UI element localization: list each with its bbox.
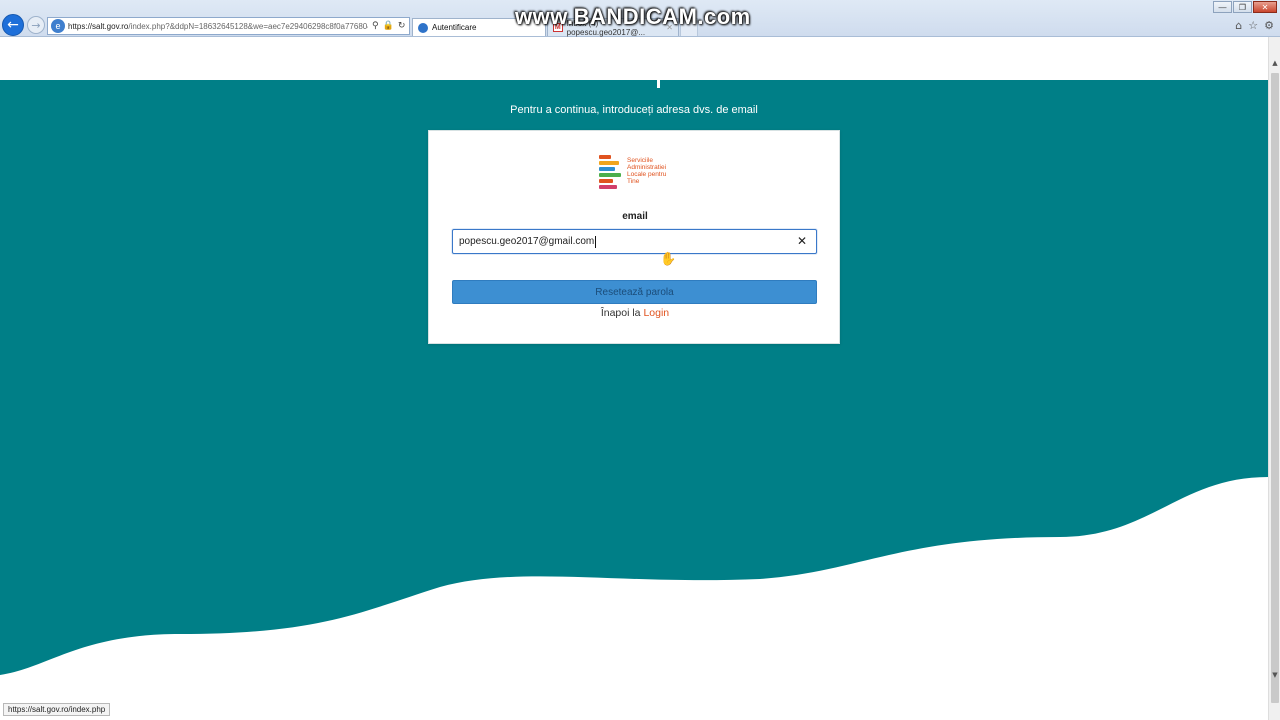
vertical-scrollbar[interactable]: ▲ ▼	[1268, 37, 1280, 720]
logo-line: Serviciile	[627, 157, 654, 164]
back-prefix: Înapoi la	[600, 307, 641, 319]
home-icon[interactable]: ⌂	[1235, 19, 1242, 32]
ie-icon	[418, 22, 428, 33]
page-viewport: Pentru a continua, introduceți adresa dv…	[0, 37, 1268, 720]
url-base: https://salt.gov.ro	[68, 21, 129, 31]
browser-chrome: ← → e https://salt.gov.ro/index.php?&ddp…	[0, 0, 1280, 37]
lock-icon[interactable]: 🔒	[383, 21, 394, 31]
back-icon[interactable]: ←	[2, 14, 24, 36]
tab-label: Autentificare	[432, 23, 477, 32]
logo-mark-icon	[599, 153, 623, 191]
address-url[interactable]: https://salt.gov.ro/index.php?&ddpN=1863…	[68, 22, 368, 31]
logo-text: Serviciile Administratiei Locale pentru …	[627, 157, 666, 193]
login-link[interactable]: Login	[643, 307, 669, 319]
address-bar[interactable]: e https://salt.gov.ro/index.php?&ddpN=18…	[47, 17, 410, 35]
toolbar-icons: ⌂ ☆ ⚙	[1235, 19, 1274, 32]
bandicam-watermark: www.BANDICAM.com	[515, 4, 751, 29]
email-label: email	[622, 211, 648, 222]
scroll-thumb[interactable]	[1271, 73, 1279, 703]
text-caret	[595, 235, 597, 248]
email-value: popescu.geo2017@gmail.com	[459, 236, 595, 247]
site-icon: e	[51, 19, 65, 33]
url-rest: /index.php?&ddpN=18632645128&we=aec7e294…	[128, 21, 368, 31]
refresh-icon[interactable]: ↻	[398, 21, 406, 31]
window-controls: — ❐ ✕	[1213, 1, 1277, 13]
logo-line: Administratiei	[627, 164, 667, 171]
back-to-login: Înapoi la Login	[429, 307, 841, 319]
reset-password-button[interactable]: Resetează parola	[452, 280, 817, 304]
minimize-button[interactable]: —	[1213, 1, 1232, 13]
forward-icon[interactable]: →	[27, 16, 45, 34]
salt-logo: Serviciile Administratiei Locale pentru …	[599, 153, 679, 193]
scroll-up-icon[interactable]: ▲	[1269, 57, 1280, 69]
close-window-button[interactable]: ✕	[1253, 1, 1277, 13]
favorites-star-icon[interactable]: ☆	[1248, 19, 1258, 32]
scroll-down-icon[interactable]: ▼	[1269, 669, 1280, 681]
search-icon[interactable]: ⚲	[372, 21, 379, 31]
restore-button[interactable]: ❐	[1233, 1, 1252, 13]
gear-icon[interactable]: ⚙	[1264, 19, 1274, 32]
title-fragment	[657, 80, 660, 88]
email-field[interactable]: popescu.geo2017@gmail.com ✕	[452, 229, 817, 254]
page-subtitle: Pentru a continua, introduceți adresa dv…	[510, 104, 758, 116]
logo-line: Tine	[627, 178, 640, 185]
hand-cursor-icon: ✋	[660, 252, 677, 267]
clear-icon[interactable]: ✕	[797, 234, 807, 248]
reset-card: Serviciile Administratiei Locale pentru …	[428, 130, 840, 344]
logo-line: Locale pentru	[627, 171, 667, 178]
status-bar-url: https://salt.gov.ro/index.php	[3, 703, 111, 716]
